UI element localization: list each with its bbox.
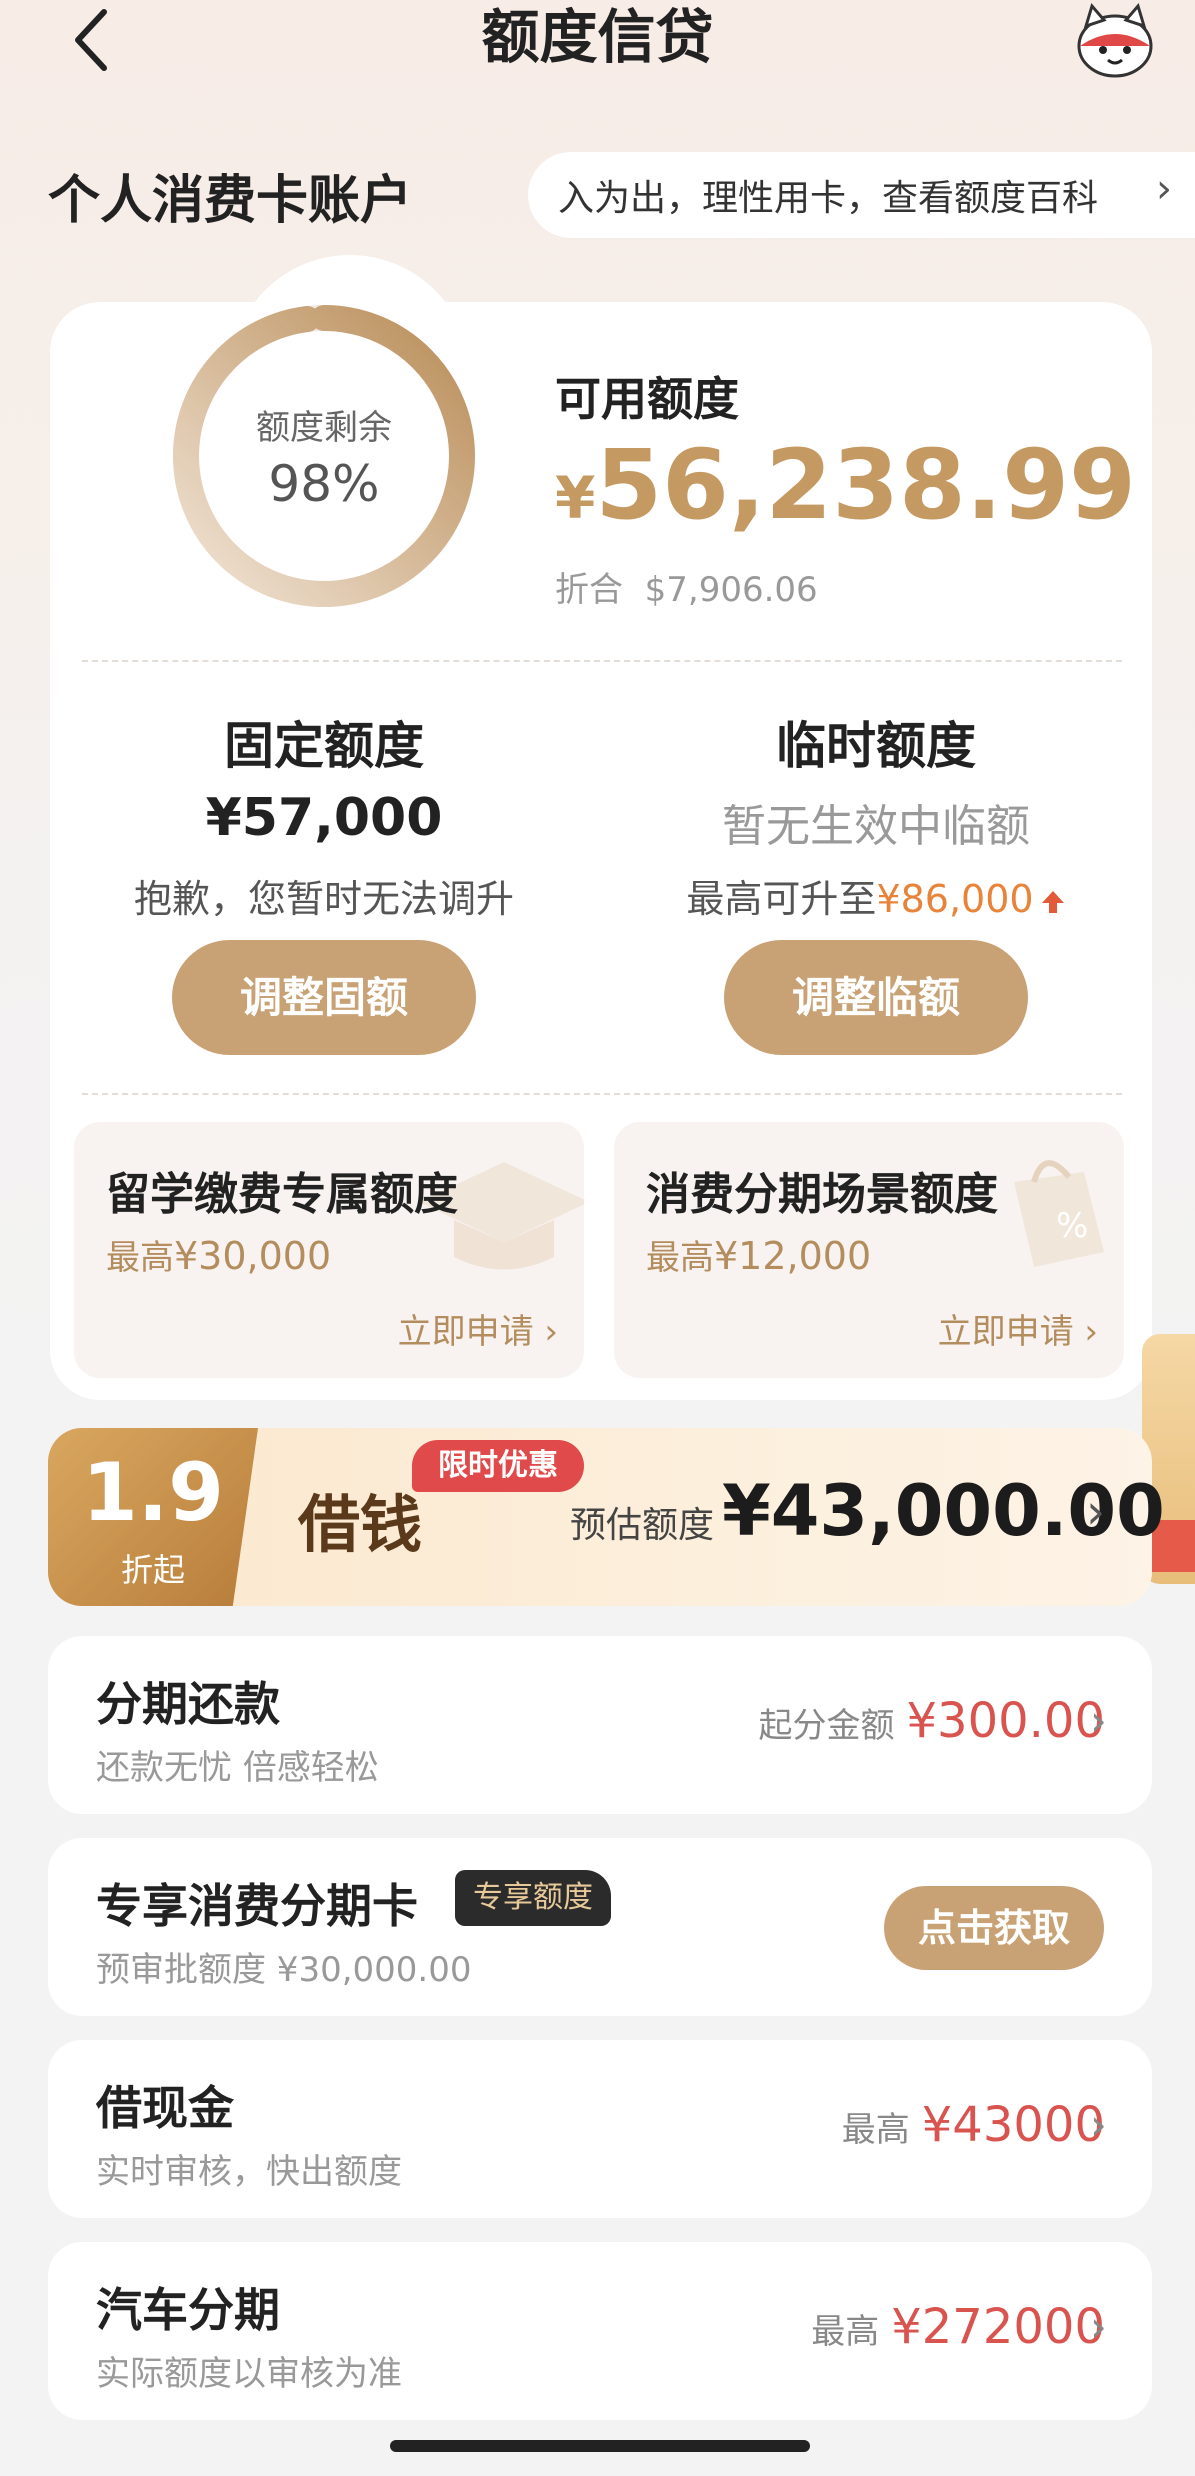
card-max: 最高¥30,000 — [106, 1230, 331, 1279]
card-title: 留学缴费专属额度 — [106, 1169, 458, 1220]
chevron-right-icon: › — [1090, 2100, 1107, 2149]
temp-credit-status: 暂无生效中临额 — [722, 801, 1030, 852]
adjust-temp-button[interactable]: 调整临额 — [724, 940, 1028, 1055]
card-max: 最高¥12,000 — [646, 1230, 871, 1279]
adjust-fixed-button[interactable]: 调整固额 — [172, 940, 476, 1055]
ring-value: 98% — [268, 455, 380, 513]
installment-scene-credit-card[interactable]: % 消费分期场景额度 最高¥12,000 立即申请 › — [614, 1122, 1124, 1378]
fixed-credit-note: 抱歉，您暂时无法调升 — [133, 877, 514, 921]
converted-label: 折合 — [555, 570, 623, 610]
right-amount: ¥272000 — [891, 2299, 1105, 2355]
study-abroad-credit-card[interactable]: 留学缴费专属额度 最高¥30,000 立即申请 › — [74, 1122, 584, 1378]
row-right-info: 最高 ¥272000 — [811, 2299, 1105, 2355]
get-now-button[interactable]: 点击获取 — [884, 1886, 1104, 1970]
rate-sub: 折起 — [120, 1551, 185, 1589]
apply-label: 立即申请 — [397, 1312, 534, 1352]
row-title: 专享消费分期卡 — [96, 1879, 418, 1933]
fixed-credit-amount: ¥57,000 — [205, 788, 443, 848]
borrow-title: 借钱 — [298, 1488, 423, 1561]
right-label: 最高 — [841, 2110, 910, 2150]
max-amount: ¥30,000 — [174, 1234, 332, 1278]
row-title: 汽车分期 — [96, 2283, 280, 2337]
chevron-right-icon: › — [1086, 1484, 1106, 1540]
row-right-info: 最高 ¥43000 — [842, 2097, 1105, 2153]
ring-label: 额度剩余 — [256, 408, 392, 448]
temp-credit-note: 最高可升至¥86,000 — [616, 868, 1136, 923]
fixed-credit-title: 固定额度 — [224, 717, 424, 775]
right-label: 起分金额 — [758, 1706, 895, 1746]
mascot-icon[interactable] — [1070, 2, 1160, 82]
row-right-info: 起分金额 ¥300.00 — [759, 1693, 1106, 1749]
temp-note-prefix: 最高可升至 — [686, 877, 877, 921]
row-title: 分期还款 — [96, 1677, 280, 1731]
row-subtitle: 还款无忧 倍感轻松 — [96, 1748, 379, 1788]
available-amount: ¥56,238.99 — [555, 430, 1136, 553]
right-amount: ¥43000 — [921, 2097, 1105, 2153]
right-label: 最高 — [811, 2312, 880, 2352]
currency-symbol: ¥ — [555, 464, 596, 532]
row-subtitle: 预审批额度 ¥30,000.00 — [96, 1950, 472, 1990]
chevron-right-icon: › — [544, 1312, 558, 1352]
card-title: 消费分期场景额度 — [646, 1169, 998, 1220]
available-label: 可用额度 — [555, 372, 739, 426]
converted-value: $7,906.06 — [644, 570, 818, 610]
home-indicator — [390, 2440, 810, 2452]
max-prefix: 最高 — [106, 1238, 174, 1278]
row-title: 借现金 — [96, 2081, 234, 2135]
account-title: 个人消费卡账户 — [48, 171, 413, 231]
chevron-right-icon: › — [1090, 1696, 1107, 1745]
temp-credit-title: 临时额度 — [776, 717, 976, 775]
marquee-notice[interactable]: 入为出，理性用卡，查看额度百科 › — [528, 152, 1195, 238]
promo-tag: 限时优惠 — [412, 1440, 584, 1492]
apply-link[interactable]: 立即申请 › — [938, 1304, 1098, 1353]
exclusive-tag: 专享额度 — [455, 1870, 611, 1926]
apply-label: 立即申请 — [937, 1312, 1074, 1352]
marquee-text: 入为出，理性用卡，查看额度百科 — [558, 178, 1099, 219]
arrow-up-icon — [1041, 890, 1064, 913]
chevron-right-icon: › — [1084, 1312, 1098, 1352]
divider — [82, 1093, 1122, 1095]
estimate-label: 预估额度 — [570, 1505, 715, 1546]
max-amount: ¥12,000 — [714, 1234, 872, 1278]
chevron-right-icon: › — [1156, 166, 1172, 212]
apply-link[interactable]: 立即申请 › — [398, 1304, 558, 1353]
right-amount: ¥300.00 — [906, 1693, 1106, 1749]
converted-amount: 折合 $7,906.06 — [555, 562, 818, 611]
rate-value: 1.9 — [82, 1446, 224, 1539]
available-amount-value: 56,238.99 — [595, 429, 1136, 541]
svg-text:%: % — [1056, 1206, 1088, 1246]
row-subtitle: 实际额度以审核为准 — [96, 2354, 402, 2394]
max-prefix: 最高 — [646, 1238, 714, 1278]
row-subtitle: 实时审核，快出额度 — [96, 2152, 402, 2192]
temp-note-amount: ¥86,000 — [876, 877, 1034, 921]
divider — [82, 660, 1122, 662]
chevron-right-icon: › — [1090, 2302, 1107, 2351]
page-title: 额度信贷 — [481, 3, 714, 71]
